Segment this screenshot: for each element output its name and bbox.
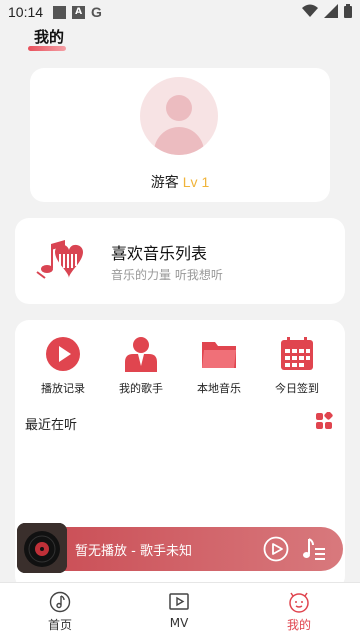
profile-name-row: 游客 Lv 1: [30, 172, 330, 192]
daily-checkin-label: 今日签到: [275, 382, 319, 395]
google-icon: G: [91, 4, 102, 20]
notification-square-icon: [53, 5, 67, 19]
nav-home-label: 首页: [47, 618, 72, 632]
nav-mv[interactable]: MV: [139, 591, 219, 630]
page-title: 我的: [34, 28, 65, 46]
local-music-button[interactable]: 本地音乐: [184, 336, 254, 396]
singer-icon: [125, 337, 157, 372]
nav-home[interactable]: 首页: [20, 591, 100, 633]
favorites-subtitle: 音乐的力量 听我想听: [111, 268, 223, 282]
profile-level: Lv 1: [182, 174, 210, 190]
avatar-body-icon: [154, 127, 204, 155]
status-bar: 10:14 A G: [0, 0, 360, 24]
play-history-button[interactable]: 播放记录: [28, 336, 98, 396]
wifi-icon: [302, 4, 318, 17]
battery-icon: [344, 4, 352, 18]
folder-icon: [202, 342, 236, 368]
play-button-icon[interactable]: [263, 536, 289, 562]
status-time: 10:14: [8, 4, 44, 20]
nav-mine[interactable]: 我的: [259, 591, 339, 633]
music-note-icon: [49, 591, 71, 613]
daily-checkin-button[interactable]: 今日签到: [262, 336, 332, 396]
my-singers-button[interactable]: 我的歌手: [106, 336, 176, 396]
favorites-card[interactable]: 喜欢音乐列表 音乐的力量 听我想听: [15, 218, 345, 304]
nav-mine-label: 我的: [286, 618, 311, 632]
vinyl-record-icon: [17, 523, 67, 573]
smile-icon: [289, 592, 309, 613]
favorites-title: 喜欢音乐列表: [111, 244, 208, 263]
play-circle-icon: [46, 337, 80, 371]
play-history-label: 播放记录: [41, 382, 85, 395]
calendar-icon: [281, 337, 313, 370]
notification-a-icon: A: [72, 5, 86, 19]
local-music-label: 本地音乐: [197, 382, 241, 395]
recent-label: 最近在听: [25, 418, 78, 433]
music-heart-icon: [36, 240, 83, 279]
my-singers-label: 我的歌手: [119, 382, 163, 395]
signal-icon: [324, 4, 338, 18]
now-playing-text: 暂无播放 - 歌手未知: [75, 544, 192, 559]
avatar[interactable]: [140, 77, 218, 155]
grid-apps-icon[interactable]: [315, 412, 333, 430]
video-icon: [169, 593, 189, 610]
mini-player[interactable]: 暂无播放 - 歌手未知: [17, 523, 343, 573]
bottom-nav: 首页 MV 我的: [0, 582, 360, 640]
title-underline: [28, 46, 66, 51]
album-cover[interactable]: [17, 523, 67, 573]
avatar-head-icon: [166, 95, 192, 121]
profile-card[interactable]: 游客 Lv 1: [30, 68, 330, 202]
profile-name: 游客: [150, 175, 179, 191]
nav-mv-label: MV: [169, 616, 189, 630]
playlist-icon[interactable]: [301, 536, 327, 562]
